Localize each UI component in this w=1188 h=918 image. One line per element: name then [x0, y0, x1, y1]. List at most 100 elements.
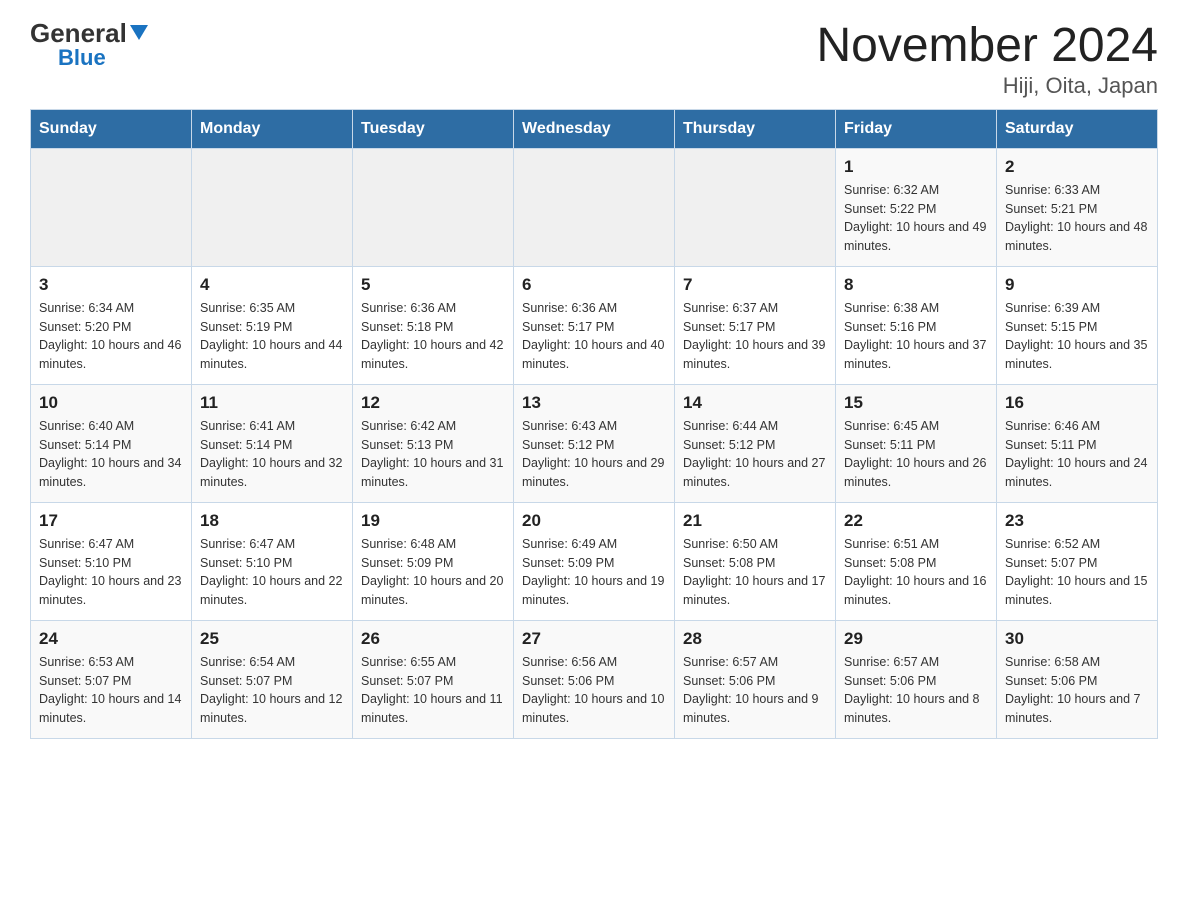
day-number: 28 [683, 629, 827, 649]
day-info: Sunrise: 6:57 AMSunset: 5:06 PMDaylight:… [683, 653, 827, 728]
day-info: Sunrise: 6:54 AMSunset: 5:07 PMDaylight:… [200, 653, 344, 728]
calendar-day-cell [675, 148, 836, 266]
day-number: 15 [844, 393, 988, 413]
calendar-day-cell: 2 Sunrise: 6:33 AMSunset: 5:21 PMDaylight… [997, 148, 1158, 266]
day-number: 16 [1005, 393, 1149, 413]
calendar-day-cell: 15 Sunrise: 6:45 AMSunset: 5:11 PMDayligh… [836, 384, 997, 502]
day-number: 21 [683, 511, 827, 531]
calendar-day-cell: 1 Sunrise: 6:32 AMSunset: 5:22 PMDaylight… [836, 148, 997, 266]
day-number: 30 [1005, 629, 1149, 649]
day-of-week-header: Friday [836, 109, 997, 148]
day-info: Sunrise: 6:43 AMSunset: 5:12 PMDaylight:… [522, 417, 666, 492]
calendar-day-cell: 30Sunrise: 6:58 AMSunset: 5:06 PMDayligh… [997, 620, 1158, 738]
day-number: 23 [1005, 511, 1149, 531]
calendar-day-cell: 17 Sunrise: 6:47 AMSunset: 5:10 PMDayligh… [31, 502, 192, 620]
calendar-day-cell: 25Sunrise: 6:54 AMSunset: 5:07 PMDayligh… [192, 620, 353, 738]
day-info: Sunrise: 6:45 AMSunset: 5:11 PMDaylight:… [844, 417, 988, 492]
calendar-day-cell: 3 Sunrise: 6:34 AMSunset: 5:20 PMDaylight… [31, 266, 192, 384]
day-number: 29 [844, 629, 988, 649]
day-number: 18 [200, 511, 344, 531]
day-number: 24 [39, 629, 183, 649]
logo-general-line: General [30, 20, 148, 47]
calendar-day-cell: 4Sunrise: 6:35 AMSunset: 5:19 PMDaylight… [192, 266, 353, 384]
day-number: 6 [522, 275, 666, 295]
calendar-day-cell: 7 Sunrise: 6:37 AMSunset: 5:17 PMDaylight… [675, 266, 836, 384]
day-info: Sunrise: 6:47 AMSunset: 5:10 PMDaylight:… [200, 535, 344, 610]
day-info: Sunrise: 6:32 AMSunset: 5:22 PMDaylight:… [844, 181, 988, 256]
day-of-week-header: Tuesday [353, 109, 514, 148]
day-number: 2 [1005, 157, 1149, 177]
day-info: Sunrise: 6:36 AMSunset: 5:17 PMDaylight:… [522, 299, 666, 374]
calendar-day-cell: 6 Sunrise: 6:36 AMSunset: 5:17 PMDaylight… [514, 266, 675, 384]
calendar-table: SundayMondayTuesdayWednesdayThursdayFrid… [30, 109, 1158, 739]
calendar-day-cell: 24 Sunrise: 6:53 AMSunset: 5:07 PMDayligh… [31, 620, 192, 738]
day-info: Sunrise: 6:37 AMSunset: 5:17 PMDaylight:… [683, 299, 827, 374]
calendar-day-cell: 22 Sunrise: 6:51 AMSunset: 5:08 PMDayligh… [836, 502, 997, 620]
calendar-week-row: 1 Sunrise: 6:32 AMSunset: 5:22 PMDaylight… [31, 148, 1158, 266]
day-number: 20 [522, 511, 666, 531]
calendar-week-row: 10 Sunrise: 6:40 AMSunset: 5:14 PMDayligh… [31, 384, 1158, 502]
day-number: 26 [361, 629, 505, 649]
calendar-title: November 2024 [816, 20, 1158, 73]
calendar-day-cell: 26 Sunrise: 6:55 AMSunset: 5:07 PMDayligh… [353, 620, 514, 738]
day-info: Sunrise: 6:46 AMSunset: 5:11 PMDaylight:… [1005, 417, 1149, 492]
calendar-day-cell: 21 Sunrise: 6:50 AMSunset: 5:08 PMDayligh… [675, 502, 836, 620]
day-info: Sunrise: 6:48 AMSunset: 5:09 PMDaylight:… [361, 535, 505, 610]
calendar-day-cell [353, 148, 514, 266]
day-info: Sunrise: 6:50 AMSunset: 5:08 PMDaylight:… [683, 535, 827, 610]
calendar-day-cell: 13 Sunrise: 6:43 AMSunset: 5:12 PMDayligh… [514, 384, 675, 502]
day-number: 10 [39, 393, 183, 413]
day-info: Sunrise: 6:53 AMSunset: 5:07 PMDaylight:… [39, 653, 183, 728]
calendar-day-cell [514, 148, 675, 266]
calendar-day-cell: 14Sunrise: 6:44 AMSunset: 5:12 PMDayligh… [675, 384, 836, 502]
day-of-week-header: Sunday [31, 109, 192, 148]
calendar-day-cell [31, 148, 192, 266]
day-number: 3 [39, 275, 183, 295]
calendar-day-cell: 29 Sunrise: 6:57 AMSunset: 5:06 PMDayligh… [836, 620, 997, 738]
calendar-day-cell: 10 Sunrise: 6:40 AMSunset: 5:14 PMDayligh… [31, 384, 192, 502]
day-number: 13 [522, 393, 666, 413]
day-number: 12 [361, 393, 505, 413]
calendar-week-row: 24 Sunrise: 6:53 AMSunset: 5:07 PMDayligh… [31, 620, 1158, 738]
day-number: 17 [39, 511, 183, 531]
calendar-day-cell [192, 148, 353, 266]
day-number: 22 [844, 511, 988, 531]
day-info: Sunrise: 6:57 AMSunset: 5:06 PMDaylight:… [844, 653, 988, 728]
calendar-day-cell: 19 Sunrise: 6:48 AMSunset: 5:09 PMDayligh… [353, 502, 514, 620]
day-of-week-header: Saturday [997, 109, 1158, 148]
calendar-day-cell: 23 Sunrise: 6:52 AMSunset: 5:07 PMDayligh… [997, 502, 1158, 620]
day-info: Sunrise: 6:38 AMSunset: 5:16 PMDaylight:… [844, 299, 988, 374]
day-info: Sunrise: 6:42 AMSunset: 5:13 PMDaylight:… [361, 417, 505, 492]
day-of-week-header: Monday [192, 109, 353, 148]
day-info: Sunrise: 6:35 AMSunset: 5:19 PMDaylight:… [200, 299, 344, 374]
page-header: General Blue November 2024 Hiji, Oita, J… [30, 20, 1158, 99]
calendar-day-cell: 27Sunrise: 6:56 AMSunset: 5:06 PMDayligh… [514, 620, 675, 738]
day-info: Sunrise: 6:41 AMSunset: 5:14 PMDaylight:… [200, 417, 344, 492]
day-info: Sunrise: 6:52 AMSunset: 5:07 PMDaylight:… [1005, 535, 1149, 610]
day-number: 14 [683, 393, 827, 413]
day-info: Sunrise: 6:47 AMSunset: 5:10 PMDaylight:… [39, 535, 183, 610]
day-number: 8 [844, 275, 988, 295]
calendar-subtitle: Hiji, Oita, Japan [816, 73, 1158, 99]
day-info: Sunrise: 6:51 AMSunset: 5:08 PMDaylight:… [844, 535, 988, 610]
calendar-day-cell: 9 Sunrise: 6:39 AMSunset: 5:15 PMDaylight… [997, 266, 1158, 384]
day-of-week-header: Thursday [675, 109, 836, 148]
day-number: 9 [1005, 275, 1149, 295]
day-number: 7 [683, 275, 827, 295]
calendar-day-cell: 11Sunrise: 6:41 AMSunset: 5:14 PMDayligh… [192, 384, 353, 502]
calendar-week-row: 3 Sunrise: 6:34 AMSunset: 5:20 PMDaylight… [31, 266, 1158, 384]
title-block: November 2024 Hiji, Oita, Japan [816, 20, 1158, 99]
day-number: 1 [844, 157, 988, 177]
day-info: Sunrise: 6:56 AMSunset: 5:06 PMDaylight:… [522, 653, 666, 728]
calendar-week-row: 17 Sunrise: 6:47 AMSunset: 5:10 PMDayligh… [31, 502, 1158, 620]
calendar-header-row: SundayMondayTuesdayWednesdayThursdayFrid… [31, 109, 1158, 148]
day-info: Sunrise: 6:34 AMSunset: 5:20 PMDaylight:… [39, 299, 183, 374]
day-info: Sunrise: 6:55 AMSunset: 5:07 PMDaylight:… [361, 653, 505, 728]
calendar-day-cell: 20Sunrise: 6:49 AMSunset: 5:09 PMDayligh… [514, 502, 675, 620]
calendar-day-cell: 18 Sunrise: 6:47 AMSunset: 5:10 PMDayligh… [192, 502, 353, 620]
day-info: Sunrise: 6:39 AMSunset: 5:15 PMDaylight:… [1005, 299, 1149, 374]
day-info: Sunrise: 6:40 AMSunset: 5:14 PMDaylight:… [39, 417, 183, 492]
day-number: 5 [361, 275, 505, 295]
day-number: 19 [361, 511, 505, 531]
day-info: Sunrise: 6:33 AMSunset: 5:21 PMDaylight:… [1005, 181, 1149, 256]
